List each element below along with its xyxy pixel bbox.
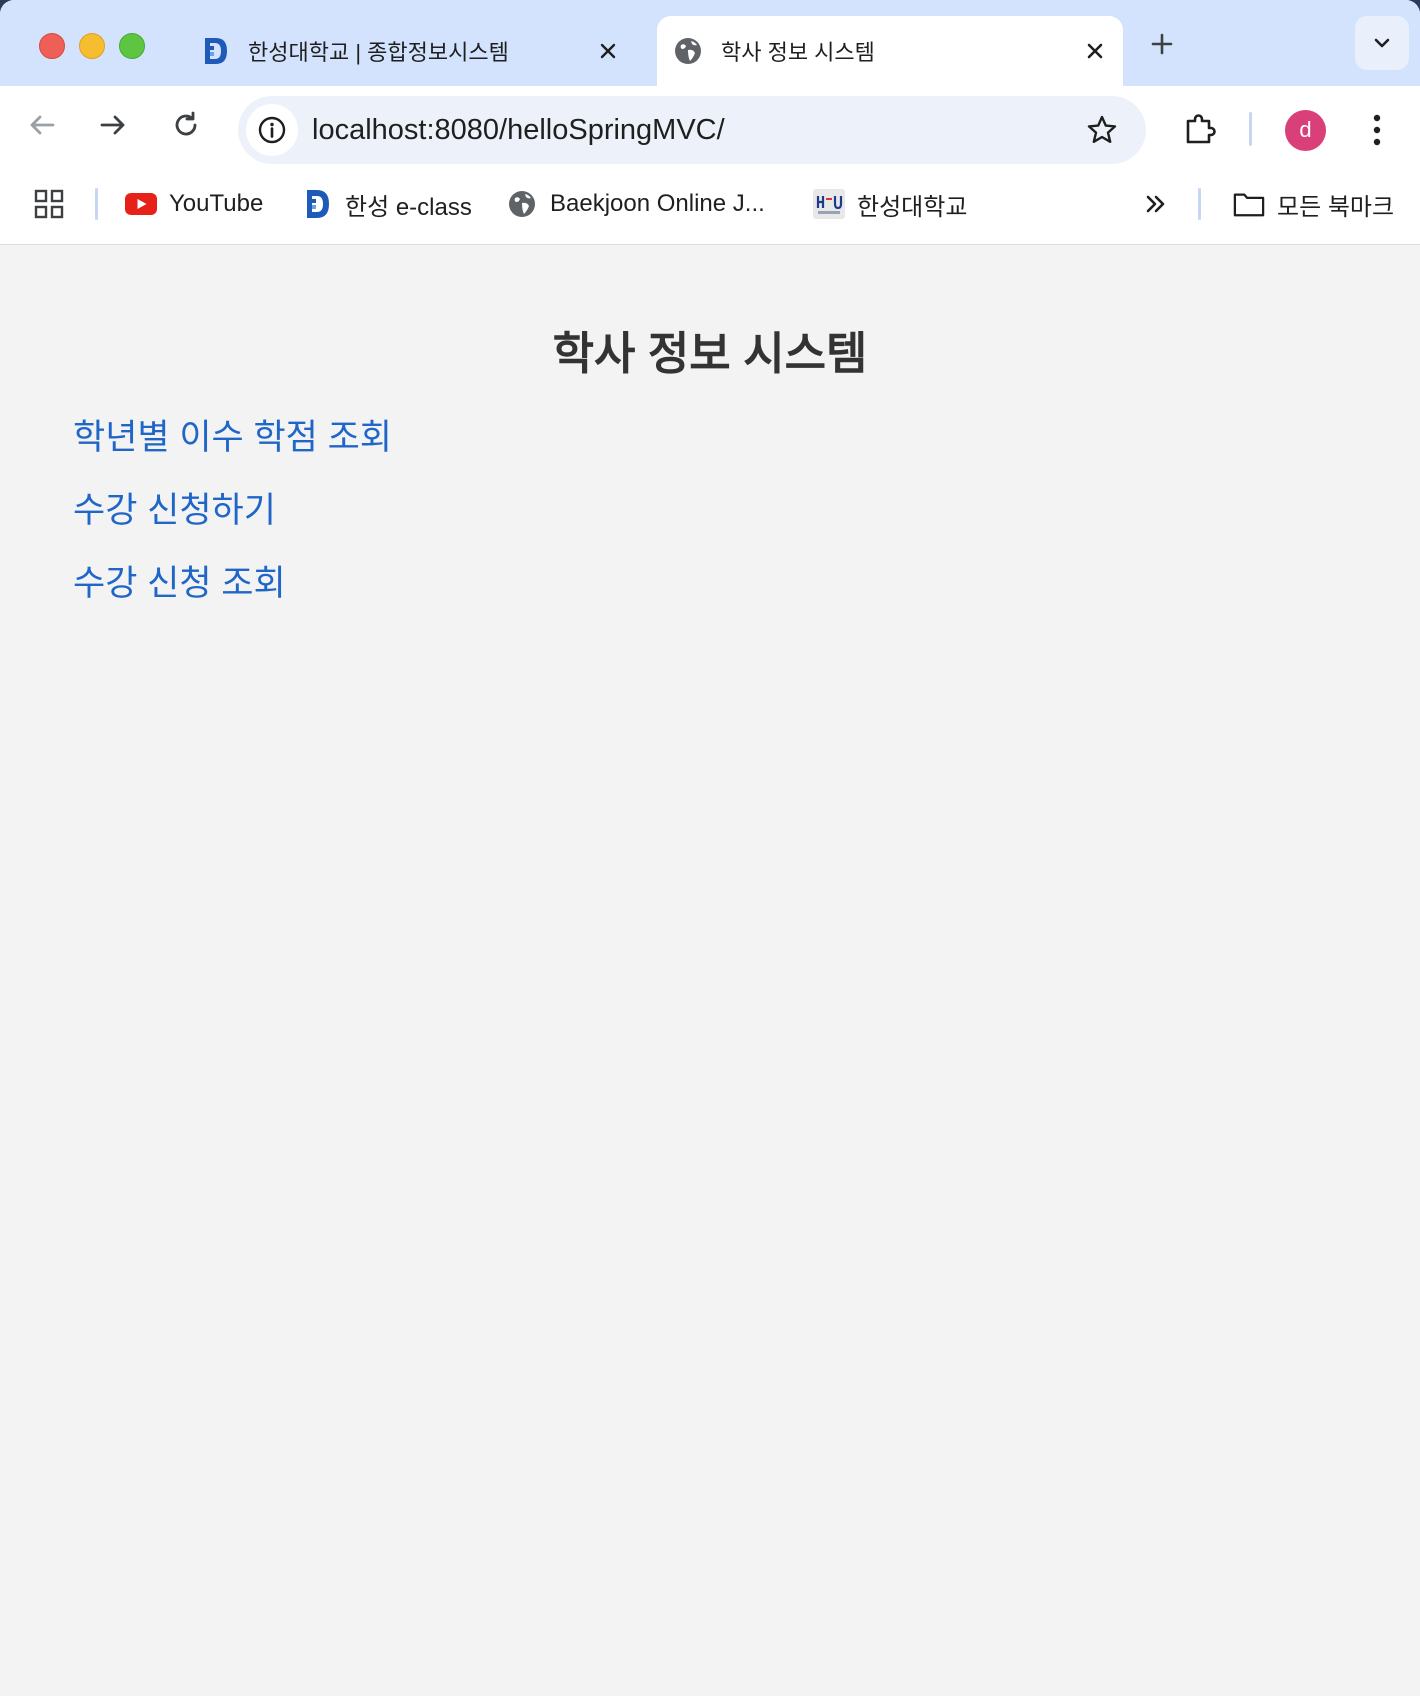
- bookmark-baekjoon[interactable]: Baekjoon Online J...: [506, 184, 765, 224]
- double-chevron-right-icon: [1140, 188, 1172, 220]
- page-title: 학사 정보 시스템: [552, 328, 868, 379]
- extensions-button[interactable]: [1180, 110, 1220, 150]
- tab-strip: 한성대학교 | 종합정보시스템 학사 정보 시스템: [0, 0, 1420, 86]
- arrow-left-icon: [30, 115, 55, 135]
- bookmarks-separator: [1198, 188, 1201, 220]
- puzzle-icon: [1186, 114, 1216, 144]
- reload-button[interactable]: [166, 105, 206, 145]
- page-content: 학사 정보 시스템 학년별 이수 학점 조회 수강 신청하기 수강 신청 조회: [0, 245, 1420, 1696]
- bookmark-label: 한성 e-class: [345, 193, 472, 221]
- bookmark-label: 모든 북마크: [1277, 193, 1395, 221]
- bookmarks-separator: [95, 188, 98, 220]
- reload-icon: [175, 111, 197, 136]
- toolbar-separator: [1249, 112, 1252, 146]
- site-info-icon[interactable]: [246, 104, 298, 156]
- browser-menu-button[interactable]: [1362, 108, 1392, 152]
- toolbar: localhost:8080/helloSpringMVC/ d: [0, 86, 1420, 164]
- hsu-logo-icon: [813, 188, 845, 220]
- tab-hansung-portal[interactable]: 한성대학교 | 종합정보시스템: [186, 16, 636, 86]
- all-bookmarks-button[interactable]: 모든 북마크: [1233, 184, 1394, 224]
- link-credits-by-year[interactable]: 학년별 이수 학점 조회: [73, 415, 392, 461]
- minimize-window-button[interactable]: [79, 33, 105, 59]
- arrow-right-icon: [100, 115, 125, 135]
- bookmark-label: Baekjoon Online J...: [550, 190, 765, 217]
- forward-button[interactable]: [93, 105, 133, 145]
- link-registration-lookup[interactable]: 수강 신청 조회: [73, 561, 392, 607]
- more-vertical-icon: [1373, 114, 1381, 146]
- chevron-down-icon: [1374, 38, 1390, 48]
- hansung-logo-icon: [200, 36, 230, 66]
- link-course-registration[interactable]: 수강 신청하기: [73, 488, 392, 534]
- more-bookmarks-button[interactable]: [1140, 184, 1184, 224]
- close-tab-icon[interactable]: [592, 35, 624, 67]
- globe-icon: [673, 36, 703, 66]
- new-tab-button[interactable]: [1144, 26, 1180, 62]
- tab-academic-system[interactable]: 학사 정보 시스템: [657, 16, 1123, 86]
- folder-icon: [1233, 188, 1265, 220]
- url-text[interactable]: localhost:8080/helloSpringMVC/: [312, 96, 725, 164]
- bookmark-hansung-eclass[interactable]: 한성 e-class: [301, 184, 472, 224]
- tab-title: 학사 정보 시스템: [721, 40, 875, 65]
- apps-grid-icon: [33, 188, 65, 220]
- menu-links: 학년별 이수 학점 조회 수강 신청하기 수강 신청 조회: [73, 415, 392, 634]
- back-button[interactable]: [22, 105, 62, 145]
- tab-search-button[interactable]: [1355, 16, 1409, 70]
- browser-window: 한성대학교 | 종합정보시스템 학사 정보 시스템 localhost:8080…: [0, 0, 1420, 1696]
- bookmark-hansung-univ[interactable]: 한성대학교: [813, 184, 967, 224]
- globe-icon: [506, 188, 538, 220]
- bookmarks-bar: YouTube 한성 e-class Baekjoon Online J... …: [0, 164, 1420, 245]
- bookmark-label: 한성대학교: [857, 193, 968, 221]
- bookmark-youtube[interactable]: YouTube: [125, 184, 263, 224]
- youtube-icon: [125, 188, 157, 220]
- apps-button[interactable]: [33, 184, 77, 224]
- plus-icon: [1151, 33, 1173, 55]
- maximize-window-button[interactable]: [119, 33, 145, 59]
- close-window-button[interactable]: [39, 33, 65, 59]
- address-bar[interactable]: localhost:8080/helloSpringMVC/: [238, 96, 1146, 164]
- close-tab-icon[interactable]: [1079, 35, 1111, 67]
- tab-title: 한성대학교 | 종합정보시스템: [248, 40, 509, 65]
- bookmark-star-icon[interactable]: [1084, 112, 1120, 148]
- hansung-logo-icon: [301, 188, 333, 220]
- bookmark-label: YouTube: [169, 190, 264, 217]
- profile-avatar[interactable]: d: [1285, 110, 1326, 151]
